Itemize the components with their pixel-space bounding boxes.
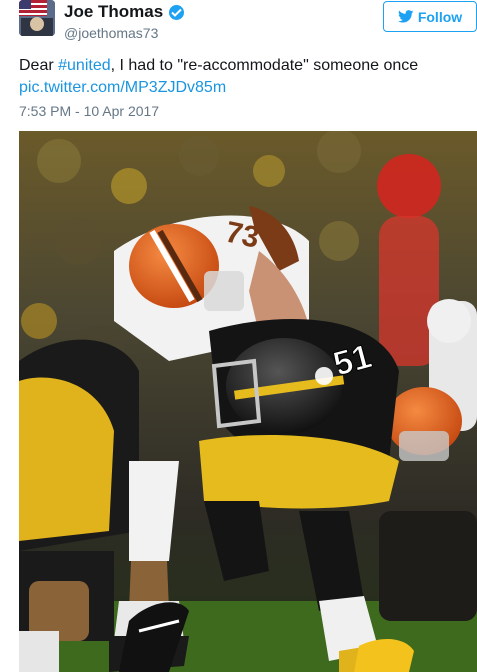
right-gold-body [379, 511, 477, 621]
flag-avatar-icon [19, 0, 55, 36]
avatar[interactable] [19, 0, 55, 36]
author-block: Joe Thomas @joethomas73 [64, 2, 185, 42]
tweet-timestamp[interactable]: 7:53 PM - 10 Apr 2017 [19, 103, 159, 119]
tweet-text: Dear #united, I had to "re-accommodate" … [19, 55, 469, 99]
pic-link[interactable]: pic.twitter.com/MP3ZJDv85m [19, 79, 226, 96]
tweet-text-suffix: , I had to "re-accommodate" someone once [110, 57, 419, 74]
author-handle[interactable]: @joethomas73 [64, 24, 184, 42]
author-name-row: Joe Thomas [64, 2, 185, 22]
jersey-number-73: 73 [223, 216, 263, 255]
follow-button-label: Follow [417, 8, 463, 25]
hashtag-link[interactable]: #united [58, 57, 111, 74]
verified-badge-icon [169, 4, 185, 20]
author-display-name[interactable]: Joe Thomas [64, 2, 163, 22]
tweet-photo[interactable]: 73 51 [19, 131, 477, 672]
twitter-bird-icon [397, 10, 414, 23]
tweet-text-prefix: Dear [19, 57, 59, 74]
follow-button[interactable]: Follow [383, 1, 477, 32]
